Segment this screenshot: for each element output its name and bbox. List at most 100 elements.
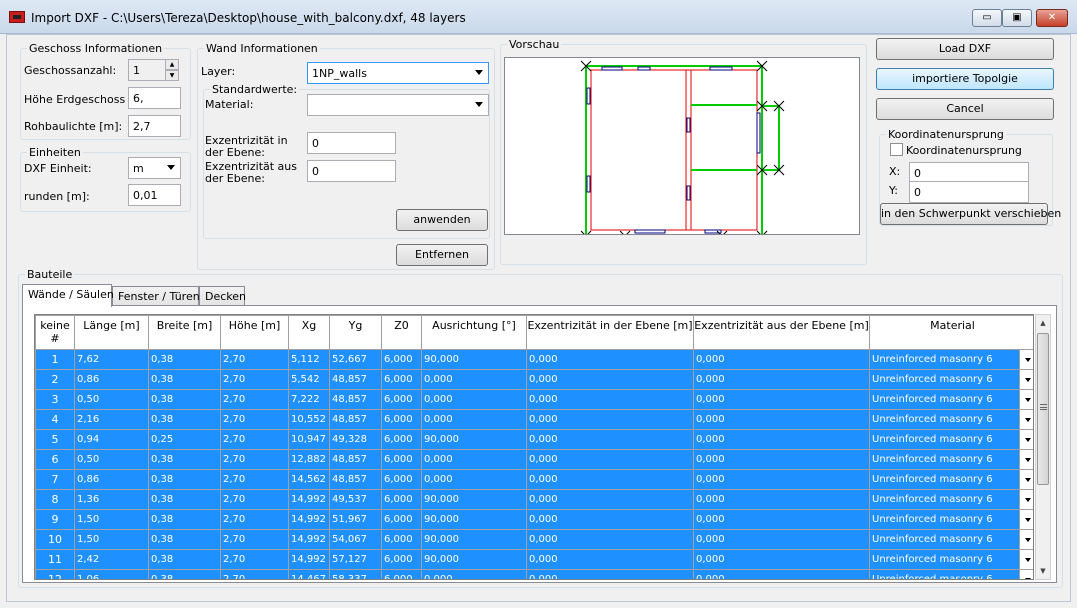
table-cell[interactable]: 49,537: [329, 489, 382, 510]
table-cell[interactable]: 90,000: [421, 489, 527, 510]
table-cell[interactable]: 0,38: [148, 389, 221, 410]
close-button[interactable]: ✕: [1036, 9, 1068, 27]
table-cell[interactable]: 6,000: [381, 369, 422, 390]
table-row[interactable]: 3 0,50 0,38 2,70 7,222 48,857 6,000 0,000 0,000 0…: [35, 389, 1033, 410]
table-cell[interactable]: 6,000: [381, 529, 422, 550]
table-row[interactable]: 12 1,06 0,38 2,70 14,467 58,337 6,000 0,000 0,00…: [35, 569, 1033, 579]
table-cell[interactable]: 2,70: [220, 449, 289, 470]
table-cell[interactable]: 0,38: [148, 549, 221, 570]
table-cell[interactable]: 90,000: [421, 529, 527, 550]
dxf-einheit-select[interactable]: m: [128, 157, 181, 179]
tab-waende-saeulen[interactable]: Wände / Säulen: [22, 284, 114, 307]
table-cell[interactable]: 14,467: [288, 569, 330, 579]
row-number[interactable]: 2: [35, 369, 75, 390]
table-cell[interactable]: 0,86: [74, 469, 149, 490]
row-number[interactable]: 1: [35, 349, 75, 370]
table-cell[interactable]: 14,992: [288, 509, 330, 530]
table-cell[interactable]: 0,000: [526, 549, 694, 570]
table-cell[interactable]: 54,067: [329, 529, 382, 550]
chevron-down-icon[interactable]: [1019, 570, 1033, 579]
table-row[interactable]: 1 7,62 0,38 2,70 5,112 52,667 6,000 90,000 0,000…: [35, 349, 1033, 370]
scroll-down-icon[interactable]: ▼: [1036, 563, 1050, 579]
table-cell[interactable]: 6,000: [381, 349, 422, 370]
table-row[interactable]: 10 1,50 0,38 2,70 14,992 54,067 6,000 90,000 0,0…: [35, 529, 1033, 550]
table-cell[interactable]: 0,000: [693, 489, 870, 510]
row-number[interactable]: 11: [35, 549, 75, 570]
table-cell[interactable]: 48,857: [329, 469, 382, 490]
material-cell[interactable]: Unreinforced masonry 6: [869, 509, 1033, 530]
table-cell[interactable]: 1,06: [74, 569, 149, 579]
table-cell[interactable]: 0,000: [421, 369, 527, 390]
row-number[interactable]: 7: [35, 469, 75, 490]
table-cell[interactable]: 90,000: [421, 509, 527, 530]
table-cell[interactable]: 2,70: [220, 429, 289, 450]
table-cell[interactable]: 0,000: [693, 349, 870, 370]
table-cell[interactable]: 0,000: [693, 469, 870, 490]
table-cell[interactable]: 2,70: [220, 529, 289, 550]
column-header[interactable]: Breite [m]: [148, 315, 221, 350]
table-cell[interactable]: 0,000: [526, 349, 694, 370]
table-cell[interactable]: 5,112: [288, 349, 330, 370]
table-cell[interactable]: 0,50: [74, 449, 149, 470]
table-row[interactable]: 11 2,42 0,38 2,70 14,992 57,127 6,000 90,000 0,0…: [35, 549, 1033, 570]
chevron-down-icon[interactable]: [1019, 490, 1033, 509]
table-cell[interactable]: 0,000: [526, 449, 694, 470]
table-cell[interactable]: 0,000: [421, 569, 527, 579]
table-cell[interactable]: 5,542: [288, 369, 330, 390]
material-cell[interactable]: Unreinforced masonry 6: [869, 389, 1033, 410]
hoehe-field[interactable]: 6,: [128, 87, 181, 109]
table-cell[interactable]: 0,38: [148, 569, 221, 579]
table-scrollbar[interactable]: ▲ ▼: [1035, 314, 1051, 580]
table-cell[interactable]: 6,000: [381, 429, 422, 450]
table-cell[interactable]: 0,25: [148, 429, 221, 450]
chevron-down-icon[interactable]: [1019, 410, 1033, 429]
table-row[interactable]: 6 0,50 0,38 2,70 12,882 48,857 6,000 0,000 0,000…: [35, 449, 1033, 470]
row-number[interactable]: 9: [35, 509, 75, 530]
table-row[interactable]: 8 1,36 0,38 2,70 14,992 49,537 6,000 90,000 0,00…: [35, 489, 1033, 510]
exz-ebene-field[interactable]: 0: [307, 132, 396, 154]
table-cell[interactable]: 2,70: [220, 509, 289, 530]
table-cell[interactable]: 0,000: [526, 469, 694, 490]
table-cell[interactable]: 0,38: [148, 369, 221, 390]
material-cell[interactable]: Unreinforced masonry 6: [869, 469, 1033, 490]
column-header[interactable]: Länge [m]: [74, 315, 149, 350]
center-to-centroid-button[interactable]: in den Schwerpunkt verschieben: [880, 203, 1061, 225]
chevron-down-icon[interactable]: [1019, 550, 1033, 569]
minimize-button[interactable]: ▭: [972, 9, 1002, 27]
geschossanzahl-stepper[interactable]: ▲ ▼: [165, 59, 179, 81]
table-cell[interactable]: 12,882: [288, 449, 330, 470]
material-cell[interactable]: Unreinforced masonry 6: [869, 349, 1033, 370]
table-cell[interactable]: 90,000: [421, 549, 527, 570]
table-cell[interactable]: 6,000: [381, 569, 422, 579]
tab-decken[interactable]: Decken: [199, 286, 246, 306]
table-cell[interactable]: 2,70: [220, 409, 289, 430]
table-row[interactable]: 5 0,94 0,25 2,70 10,947 49,328 6,000 90,000 0,00…: [35, 429, 1033, 450]
table-cell[interactable]: 0,000: [693, 549, 870, 570]
spin-up-icon[interactable]: ▲: [165, 59, 179, 70]
material-select[interactable]: [307, 94, 489, 116]
table-cell[interactable]: 0,38: [148, 449, 221, 470]
table-cell[interactable]: 7,62: [74, 349, 149, 370]
table-cell[interactable]: 51,967: [329, 509, 382, 530]
table-cell[interactable]: 0,000: [526, 569, 694, 579]
table-cell[interactable]: 0,000: [526, 509, 694, 530]
table-cell[interactable]: 0,000: [693, 369, 870, 390]
table-cell[interactable]: 90,000: [421, 349, 527, 370]
geschossanzahl-field[interactable]: 1: [128, 59, 166, 81]
row-number[interactable]: 5: [35, 429, 75, 450]
table-cell[interactable]: 48,857: [329, 409, 382, 430]
table-cell[interactable]: 6,000: [381, 449, 422, 470]
table-cell[interactable]: 10,552: [288, 409, 330, 430]
material-cell[interactable]: Unreinforced masonry 6: [869, 369, 1033, 390]
column-header[interactable]: Exzentrizität in der Ebene [m]: [526, 315, 694, 350]
anwenden-button[interactable]: anwenden: [396, 209, 488, 231]
column-header[interactable]: Ausrichtung [°]: [421, 315, 527, 350]
entfernen-button[interactable]: Entfernen: [396, 244, 488, 266]
table-cell[interactable]: 0,86: [74, 369, 149, 390]
table-cell[interactable]: 10,947: [288, 429, 330, 450]
table-cell[interactable]: 0,000: [693, 529, 870, 550]
table-cell[interactable]: 0,000: [693, 509, 870, 530]
material-cell[interactable]: Unreinforced masonry 6: [869, 409, 1033, 430]
table-cell[interactable]: 1,50: [74, 529, 149, 550]
table-cell[interactable]: 14,992: [288, 489, 330, 510]
